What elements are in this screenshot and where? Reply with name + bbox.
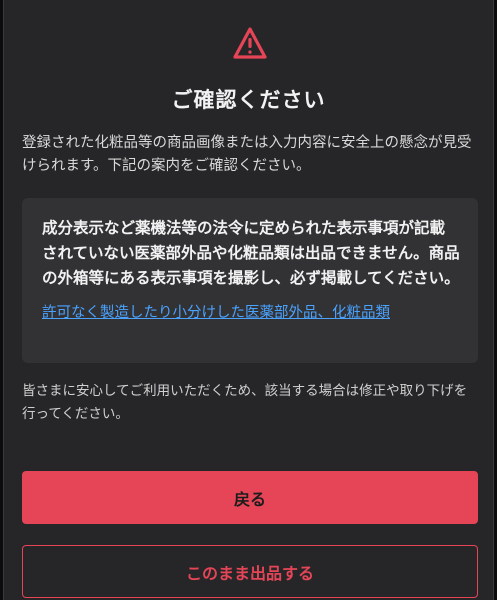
footer-note: 皆さまに安心してご利用いただくため、該当する場合は修正や取り下げを行ってください…: [22, 383, 468, 422]
dialog-title: ご確認ください: [171, 88, 326, 112]
warning-triangle-icon: [233, 27, 267, 59]
notice-text: 成分表示など薬機法等の法令に定められた表示事項が記載されていない医薬部外品や化粧…: [42, 219, 460, 287]
back-button[interactable]: 戻る: [22, 471, 478, 524]
list-anyway-button[interactable]: このまま出品する: [22, 545, 478, 598]
regulation-link[interactable]: 許可なく製造したり小分けした医薬部外品、化粧品類: [42, 301, 390, 322]
confirmation-dialog: ご確認ください 登録された化粧品等の商品画像または入力内容に安全上の懸念が見受け…: [3, 0, 494, 600]
notice-box: 成分表示など薬機法等の法令に定められた表示事項が記載されていない医薬部外品や化粧…: [22, 198, 478, 363]
dialog-description: 登録された化粧品等の商品画像または入力内容に安全上の懸念が見受けられます。下記の…: [22, 135, 472, 174]
